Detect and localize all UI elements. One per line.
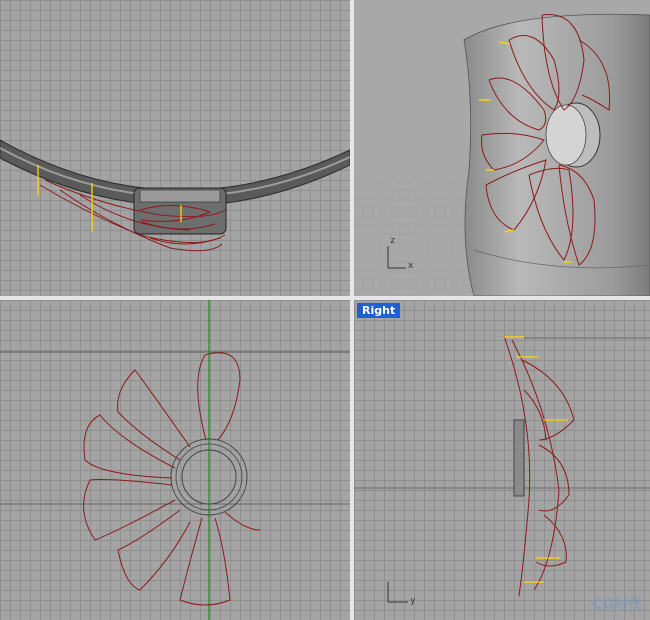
perspective-boss-face [545, 104, 587, 166]
perspective-viewport-canvas[interactable] [354, 0, 650, 296]
boss-top-ring [139, 189, 221, 203]
viewport-perspective[interactable]: z x [354, 0, 650, 296]
viewport-top[interactable] [0, 0, 350, 296]
right-boss [513, 419, 525, 497]
highlight-marks-right [504, 336, 568, 583]
watermark-text: CG时代 [592, 597, 642, 613]
viewport-right[interactable]: Right y CG时代 [354, 300, 650, 620]
viewport-front[interactable] [0, 300, 350, 620]
axis-x-label: x [408, 261, 414, 271]
top-viewport-canvas[interactable] [0, 0, 350, 296]
viewport-divider-vertical[interactable] [350, 0, 354, 620]
axis-z-label: z [390, 236, 396, 246]
flower-petals-front [83, 352, 261, 606]
viewport-divider-horizontal[interactable] [0, 296, 650, 300]
right-viewport-canvas[interactable] [354, 300, 650, 620]
axis-y-label: y [410, 596, 416, 606]
front-viewport-canvas[interactable] [0, 300, 350, 620]
right-axis-indicator [387, 582, 408, 603]
viewport-label-right[interactable]: Right [357, 303, 401, 318]
